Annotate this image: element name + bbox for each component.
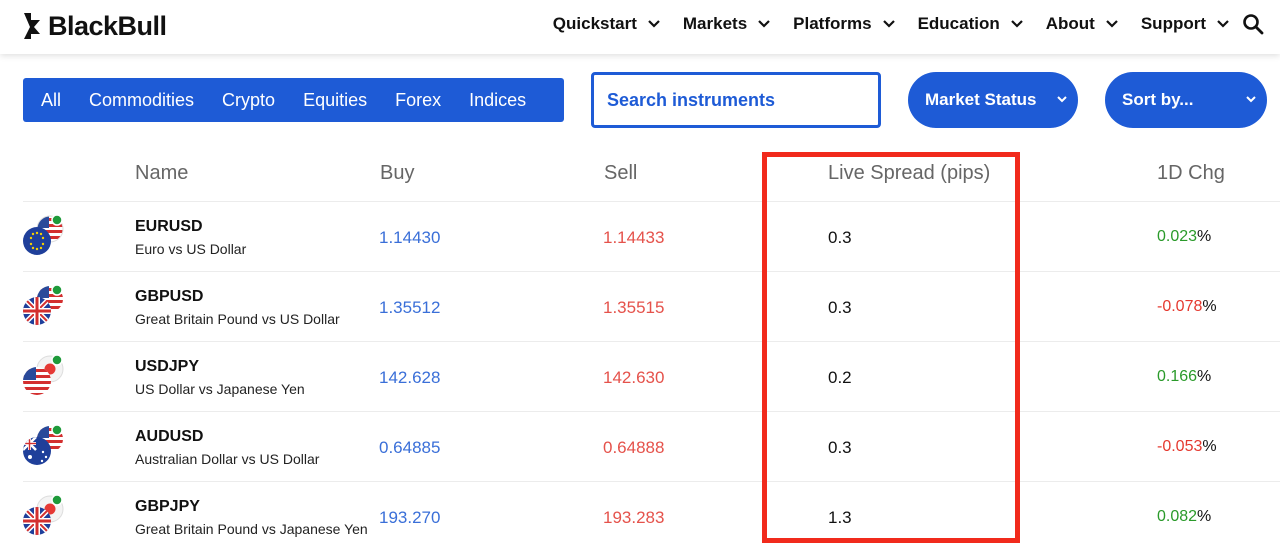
table-row[interactable]: EURUSD Euro vs US Dollar 1.14430 1.14433…: [23, 201, 1280, 271]
percent-sign: %: [1202, 298, 1217, 315]
sell-price: 193.283: [603, 508, 665, 527]
buy-price: 0.64885: [379, 438, 441, 457]
gb-jp-flag-icon: [23, 494, 64, 535]
column-header-name[interactable]: Name: [135, 162, 188, 185]
nav-item-quickstart[interactable]: Quickstart: [553, 14, 661, 34]
market-open-dot: [51, 214, 63, 226]
daily-change-value: 0.082: [1157, 508, 1198, 525]
table-row[interactable]: USDJPY US Dollar vs Japanese Yen 142.628…: [23, 341, 1280, 411]
search-instruments-input[interactable]: [591, 72, 881, 128]
blackbull-logo-icon: [24, 13, 40, 39]
percent-sign: %: [1197, 228, 1212, 245]
us-jp-flag-icon: [23, 354, 64, 395]
nav-item-platforms[interactable]: Platforms: [793, 14, 895, 34]
nav-label: Platforms: [793, 14, 872, 33]
category-forex[interactable]: Forex: [395, 90, 441, 111]
live-spread: 0.3: [828, 298, 852, 317]
category-all[interactable]: All: [41, 90, 61, 111]
nav-item-support[interactable]: Support: [1141, 14, 1230, 34]
chevron-down-icon: [1246, 96, 1256, 103]
percent-sign: %: [1197, 508, 1212, 525]
buy-price: 1.35512: [379, 298, 441, 317]
chevron-down-icon: [1010, 20, 1023, 28]
column-header-1d-change[interactable]: 1D Chg: [1157, 162, 1225, 185]
brand-logo[interactable]: BlackBull: [22, 8, 167, 44]
table-row[interactable]: AUDUSD Australian Dollar vs US Dollar 0.…: [23, 411, 1280, 481]
sell-price: 142.630: [603, 368, 665, 387]
column-header-sell[interactable]: Sell: [604, 162, 637, 185]
sort-by-label: Sort by...: [1122, 90, 1194, 109]
live-spread: 0.3: [828, 438, 852, 457]
percent-sign: %: [1202, 438, 1217, 455]
category-indices[interactable]: Indices: [469, 90, 526, 111]
chevron-down-icon: [1217, 20, 1229, 28]
chevron-down-icon: [648, 20, 660, 28]
instrument-symbol: AUDUSD: [135, 428, 204, 445]
instrument-description: US Dollar vs Japanese Yen: [135, 381, 305, 397]
market-status-dropdown[interactable]: Market Status: [908, 72, 1078, 128]
nav-item-education[interactable]: Education: [918, 14, 1024, 34]
category-filter-bar: All Commodities Crypto Equities Forex In…: [23, 78, 564, 122]
instrument-description: Great Britain Pound vs US Dollar: [135, 311, 340, 327]
daily-change-value: -0.053: [1157, 438, 1203, 455]
daily-change: -0.053%: [1157, 438, 1217, 456]
nav-label: Markets: [682, 14, 748, 33]
instrument-symbol: USDJPY: [135, 358, 200, 375]
daily-change: -0.078%: [1157, 298, 1217, 316]
main-nav: Quickstart Markets Platforms Education A…: [531, 0, 1264, 48]
gb-us-flag-icon: [23, 284, 63, 325]
sell-price: 1.14433: [603, 228, 665, 247]
daily-change-value: 0.023: [1157, 228, 1198, 245]
brand-name: BlackBull: [48, 10, 167, 41]
daily-change: 0.082%: [1157, 508, 1211, 526]
instrument-symbol: GBPUSD: [135, 288, 204, 305]
buy-price: 1.14430: [379, 228, 441, 247]
category-equities[interactable]: Equities: [303, 90, 367, 111]
table-row[interactable]: GBPUSD Great Britain Pound vs US Dollar …: [23, 271, 1280, 341]
sell-price: 0.64888: [603, 438, 665, 457]
column-header-live-spread[interactable]: Live Spread (pips): [828, 162, 990, 185]
instrument-description: Euro vs US Dollar: [135, 241, 247, 257]
column-header-buy[interactable]: Buy: [380, 162, 414, 185]
percent-sign: %: [1197, 368, 1212, 385]
instrument-symbol: GBPJPY: [135, 498, 200, 515]
chevron-down-icon: [882, 20, 895, 28]
nav-label: Support: [1140, 14, 1206, 33]
live-spread: 1.3: [828, 508, 852, 527]
buy-price: 193.270: [379, 508, 441, 527]
table-row[interactable]: GBPJPY Great Britain Pound vs Japanese Y…: [23, 481, 1280, 550]
buy-price: 142.628: [379, 368, 441, 387]
nav-item-markets[interactable]: Markets: [683, 14, 771, 34]
daily-change: 0.166%: [1157, 368, 1211, 386]
category-commodities[interactable]: Commodities: [89, 90, 194, 111]
instrument-description: Australian Dollar vs US Dollar: [135, 451, 320, 467]
sell-price: 1.35515: [603, 298, 665, 317]
category-crypto[interactable]: Crypto: [222, 90, 275, 111]
chevron-down-icon: [1057, 96, 1067, 103]
instrument-description: Great Britain Pound vs Japanese Yen: [135, 521, 368, 537]
daily-change-value: -0.078: [1157, 298, 1203, 315]
sort-by-dropdown[interactable]: Sort by...: [1105, 72, 1267, 128]
nav-label: Quickstart: [552, 14, 637, 33]
nav-label: About: [1045, 14, 1095, 33]
search-icon[interactable]: [1242, 13, 1264, 35]
eu-us-flag-icon: [23, 214, 64, 255]
chevron-down-icon: [1106, 20, 1118, 28]
daily-change-value: 0.166: [1157, 368, 1198, 385]
live-spread: 0.3: [828, 228, 852, 247]
chevron-down-icon: [758, 20, 770, 28]
instrument-symbol: EURUSD: [135, 218, 203, 235]
au-us-flag-icon: [23, 424, 63, 465]
market-status-label: Market Status: [925, 90, 1037, 109]
nav-label: Education: [917, 14, 1000, 33]
site-header: BlackBull Quickstart Markets Platforms E…: [0, 0, 1280, 54]
nav-item-about[interactable]: About: [1046, 14, 1119, 34]
live-spread: 0.2: [828, 368, 852, 387]
daily-change: 0.023%: [1157, 228, 1211, 246]
